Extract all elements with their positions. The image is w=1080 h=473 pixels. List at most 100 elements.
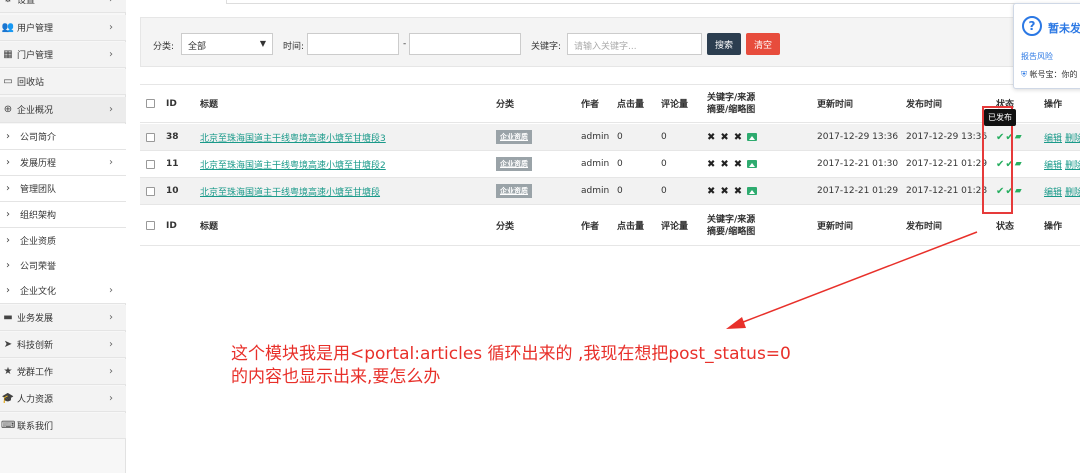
row-actions: 编辑 删除 bbox=[1044, 151, 1080, 177]
excerpt-missing-icon: ✖ bbox=[733, 185, 743, 197]
row-id: 11 bbox=[166, 159, 179, 169]
sidebar-item[interactable]: › 企业文化 › bbox=[0, 278, 126, 304]
article-title-link[interactable]: 北京至珠海国道主干线粤境高速小塘至甘塘段3 bbox=[200, 131, 386, 144]
caret-right-icon: › bbox=[6, 260, 10, 271]
sidebar-item-label: 科技创新 bbox=[17, 341, 54, 351]
category-select[interactable]: 全部 ▼ bbox=[181, 33, 273, 55]
thumbnail-image-icon[interactable] bbox=[747, 133, 758, 141]
recommend-thumb-icon[interactable]: ▰ bbox=[1015, 132, 1022, 142]
row-checkbox[interactable] bbox=[146, 124, 155, 150]
notification-popup[interactable]: ? 暂未发 报告风险 ⛨ 帐号宝：你的 bbox=[1013, 3, 1080, 89]
sidebar-item-label: 回收站 bbox=[17, 78, 45, 88]
end-time-input[interactable] bbox=[409, 33, 521, 55]
sidebar-item[interactable]: › 发展历程 › bbox=[0, 150, 126, 176]
row-author: admin bbox=[581, 186, 610, 196]
caret-right-icon: › bbox=[6, 131, 10, 142]
keyword-missing-icon: ✖ bbox=[707, 158, 716, 170]
sidebar-item[interactable]: ⊕ 企业概况 › bbox=[0, 97, 126, 123]
row-update_time: 2017-12-21 01:30 bbox=[817, 159, 899, 169]
sidebar-item[interactable]: › 管理团队 bbox=[0, 176, 126, 202]
header-author: 作者 bbox=[581, 100, 600, 110]
article-title-link[interactable]: 北京至珠海国道主干线粤境高速小塘至甘塘段 bbox=[200, 185, 380, 198]
caret-right-icon: › bbox=[6, 235, 10, 246]
row-checkbox[interactable] bbox=[146, 178, 155, 204]
graduation-cap-icon: 🎓 bbox=[1, 393, 15, 404]
users-icon: 👥 bbox=[1, 22, 15, 33]
header-keyword-line2: 摘要/缩略图 bbox=[707, 226, 756, 237]
row-checkbox[interactable] bbox=[146, 151, 155, 177]
keyword-filter-label: 关键字: bbox=[531, 42, 562, 52]
table-header-row: ID 标题 分类 作者 点击量 评论量 更新时间 发布时间 状态 操作 关键字/来源 摘要/缩略图 bbox=[140, 85, 1080, 123]
thumbnail-image-icon[interactable] bbox=[747, 160, 758, 168]
delete-link[interactable]: 删除 bbox=[1065, 131, 1080, 144]
checkbox-box[interactable] bbox=[146, 221, 155, 230]
edit-link[interactable]: 编辑 bbox=[1044, 131, 1062, 144]
sidebar-item-label: 设置 bbox=[17, 0, 36, 6]
time-filter-label: 时间: bbox=[283, 42, 305, 52]
sidebar-item[interactable]: ➤ 科技创新 › bbox=[0, 332, 126, 358]
recommend-thumb-icon[interactable]: ▰ bbox=[1015, 159, 1022, 169]
row-publish_time: 2017-12-29 13:36 bbox=[906, 132, 988, 142]
header-hits: 点击量 bbox=[617, 100, 645, 110]
category-badge[interactable]: 企业资质 bbox=[496, 157, 532, 171]
header-keyword-line2: 摘要/缩略图 bbox=[707, 104, 756, 115]
search-button[interactable]: 搜索 bbox=[707, 33, 742, 55]
header-hits: 点击量 bbox=[617, 222, 645, 232]
sidebar-item-label: 业务发展 bbox=[17, 314, 54, 324]
row-category: 企业资质 bbox=[496, 151, 532, 177]
sidebar-item[interactable]: 🎓 人力资源 › bbox=[0, 386, 126, 412]
checkbox-box[interactable] bbox=[146, 132, 155, 142]
sidebar-item[interactable]: ▦ 门户管理 › bbox=[0, 42, 126, 68]
sidebar-item[interactable]: ★ 党群工作 › bbox=[0, 359, 126, 385]
sidebar-item[interactable]: › 公司简介 bbox=[0, 124, 126, 150]
delete-link[interactable]: 删除 bbox=[1065, 158, 1080, 171]
status-tooltip: 已发布 bbox=[984, 109, 1016, 126]
chevron-right-icon: › bbox=[109, 312, 113, 323]
table-header-row: ID 标题 分类 作者 点击量 评论量 更新时间 发布时间 状态 操作 关键字/来源 摘要/缩略图 bbox=[140, 206, 1080, 246]
header-keyword-line1: 关键字/来源 bbox=[707, 92, 756, 103]
sidebar-item[interactable]: ▭ 回收站 bbox=[0, 69, 126, 95]
select-all-checkbox[interactable] bbox=[146, 206, 155, 245]
edit-link[interactable]: 编辑 bbox=[1044, 185, 1062, 198]
clear-button[interactable]: 清空 bbox=[746, 33, 781, 55]
sidebar-item[interactable]: › 企业资质 bbox=[0, 228, 126, 254]
report-risk-link[interactable]: 报告风险 bbox=[1021, 51, 1053, 62]
sidebar-item[interactable]: ⌨ 联系我们 bbox=[0, 413, 126, 439]
thumbnail-image-icon[interactable] bbox=[747, 187, 758, 195]
sidebar-item[interactable]: ▬ 业务发展 › bbox=[0, 305, 126, 331]
sidebar-item-label: 企业资质 bbox=[20, 237, 57, 247]
keyword-input[interactable]: 请输入关键字... bbox=[567, 33, 702, 55]
row-keyword-flags: ✖ ✖ ✖ bbox=[707, 178, 758, 204]
row-author: admin bbox=[581, 132, 610, 142]
checkbox-box[interactable] bbox=[146, 186, 155, 196]
excerpt-missing-icon: ✖ bbox=[733, 158, 743, 170]
notification-footer: ⛨ 帐号宝：你的 bbox=[1021, 69, 1078, 80]
filter-bar: 分类: 全部 ▼ 时间: - 关键字: 请输入关键字... 搜索 清空 bbox=[140, 17, 1080, 67]
sidebar-item[interactable]: ⚙设置 › bbox=[0, 0, 126, 13]
sidebar-item[interactable]: 👥 用户管理 › bbox=[0, 15, 126, 41]
select-all-checkbox[interactable] bbox=[146, 85, 155, 122]
category-badge[interactable]: 企业资质 bbox=[496, 130, 532, 144]
sidebar-item[interactable]: › 公司荣誉 bbox=[0, 253, 126, 279]
header-comments: 评论量 bbox=[661, 100, 689, 110]
table-row: 11 北京至珠海国道主干线粤境高速小塘至甘塘段2 企业资质 admin 0 0 2017-1… bbox=[140, 151, 1080, 178]
sidebar-item-label: 门户管理 bbox=[17, 51, 54, 61]
category-badge[interactable]: 企业资质 bbox=[496, 184, 532, 198]
edit-link[interactable]: 编辑 bbox=[1044, 158, 1062, 171]
recommend-thumb-icon[interactable]: ▰ bbox=[1015, 186, 1022, 196]
header-publish_time: 发布时间 bbox=[906, 222, 943, 232]
sidebar-item[interactable]: › 组织架构 bbox=[0, 202, 126, 228]
header-id: ID bbox=[166, 98, 177, 109]
checkbox-box[interactable] bbox=[146, 159, 155, 169]
sidebar-item-label: 组织架构 bbox=[20, 211, 57, 221]
chevron-right-icon: › bbox=[109, 366, 113, 377]
sidebar-item-label: 用户管理 bbox=[17, 24, 54, 34]
article-title-link[interactable]: 北京至珠海国道主干线粤境高速小塘至甘塘段2 bbox=[200, 158, 386, 171]
start-time-input[interactable] bbox=[307, 33, 399, 55]
keyboard-icon: ⌨ bbox=[1, 420, 16, 431]
chevron-right-icon: › bbox=[109, 339, 113, 350]
delete-link[interactable]: 删除 bbox=[1065, 185, 1080, 198]
header-actions: 操作 bbox=[1044, 100, 1063, 110]
checkbox-box[interactable] bbox=[146, 99, 155, 108]
sidebar-item-label: 人力资源 bbox=[17, 395, 54, 405]
